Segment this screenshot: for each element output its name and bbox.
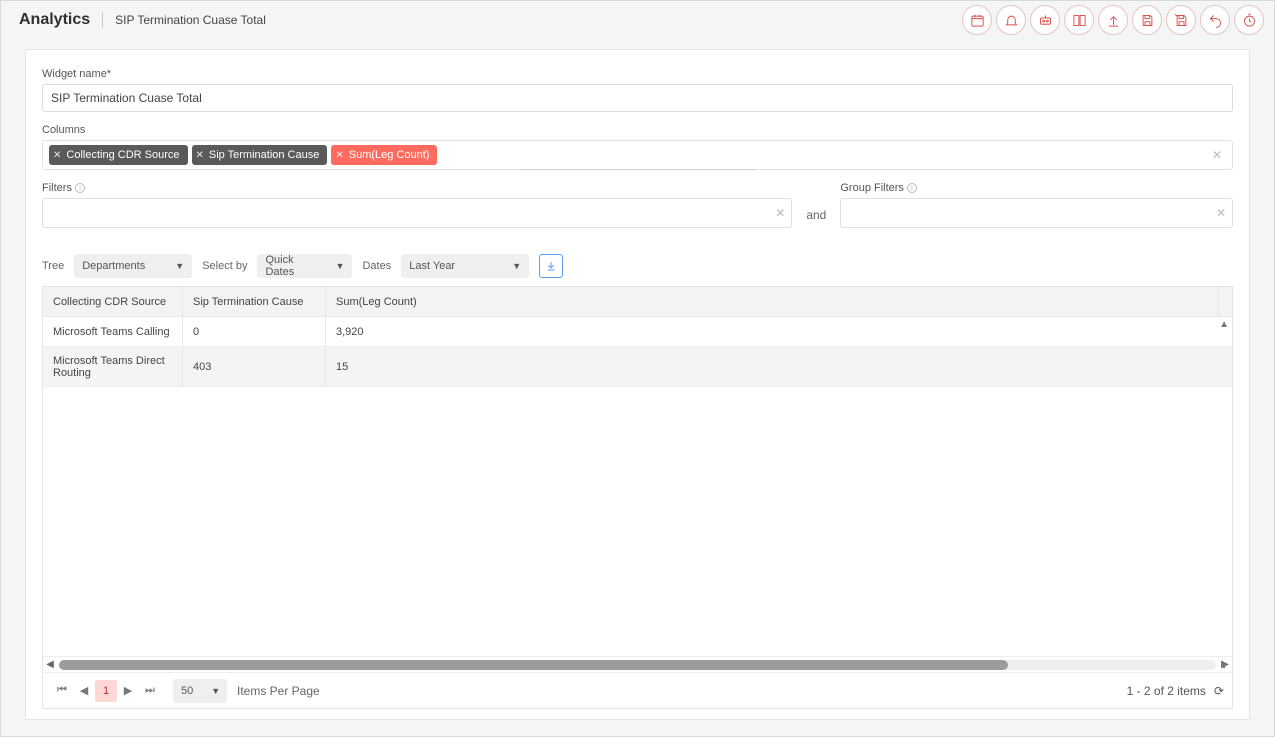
widget-name-section: Widget name* <box>42 68 1233 112</box>
table-footer: ⏮ ◀ 1 ▶ ⏭ 50▼ Items Per Page 1 - 2 of 2 … <box>43 672 1232 708</box>
dates-dropdown[interactable]: Last Year▼ <box>401 254 529 278</box>
select-by-label: Select by <box>202 260 247 272</box>
scroll-track[interactable] <box>59 660 1216 670</box>
range-label: 1 - 2 of 2 items <box>1127 684 1206 698</box>
first-page-button[interactable]: ⏮ <box>51 680 73 702</box>
chevron-down-icon: ▼ <box>157 261 184 271</box>
column-chip[interactable]: ✕ Collecting CDR Source <box>49 145 188 165</box>
scroll-gutter <box>1218 287 1232 316</box>
selector-row: Tree Departments▼ Select by Quick Dates▼… <box>42 254 1233 278</box>
chevron-down-icon: ▼ <box>494 261 521 271</box>
tree-dropdown[interactable]: Departments▼ <box>74 254 192 278</box>
select-by-dropdown[interactable]: Quick Dates▼ <box>257 254 352 278</box>
table-header[interactable]: Sip Termination Cause <box>183 287 326 316</box>
dates-label: Dates <box>362 260 391 272</box>
table-cell: Microsoft Teams Direct Routing <box>43 347 183 386</box>
table-row[interactable]: Microsoft Teams Calling 0 3,920 <box>43 317 1232 347</box>
clear-group-filters-icon[interactable]: ✕ <box>1216 206 1226 220</box>
breadcrumb-divider <box>102 12 103 28</box>
scroll-thumb[interactable] <box>59 660 1008 670</box>
filters-input[interactable]: ✕ <box>42 198 792 228</box>
columns-label: Columns <box>42 124 1233 136</box>
current-page[interactable]: 1 <box>95 680 117 702</box>
page-size-dropdown[interactable]: 50▼ <box>173 679 227 703</box>
chip-label: Collecting CDR Source <box>66 149 179 161</box>
table-cell: 3,920 <box>326 317 1232 346</box>
group-filters-input[interactable]: ✕ <box>840 198 1233 228</box>
column-chip[interactable]: ✕ Sip Termination Cause <box>192 145 328 165</box>
horizontal-scrollbar[interactable]: ◀ ▶ <box>43 656 1232 672</box>
undo-icon[interactable] <box>1200 5 1230 35</box>
save-as-icon[interactable] <box>1166 5 1196 35</box>
filters-row: Filtersi ✕ and Group Filtersi ✕ <box>42 182 1233 228</box>
scroll-down-arrow[interactable]: ▼ <box>1219 661 1229 672</box>
results-table: Collecting CDR Source Sip Termination Ca… <box>42 286 1233 709</box>
columns-chip-row[interactable]: ✕ Collecting CDR Source ✕ Sip Termination … <box>42 140 1233 170</box>
chevron-down-icon: ▼ <box>193 686 220 696</box>
download-button[interactable] <box>539 254 563 278</box>
calendar-icon[interactable] <box>962 5 992 35</box>
app-title: Analytics <box>19 11 90 29</box>
info-icon[interactable]: i <box>907 183 917 193</box>
top-bar: Analytics SIP Termination Cuase Total <box>1 1 1274 39</box>
column-chip[interactable]: ✕ Sum(Leg Count) <box>331 145 437 165</box>
last-page-button[interactable]: ⏭ <box>139 680 161 702</box>
table-cell: 15 <box>326 347 1232 386</box>
close-icon[interactable]: ✕ <box>53 150 61 161</box>
columns-icon[interactable] <box>1064 5 1094 35</box>
chip-label: Sip Termination Cause <box>209 149 319 161</box>
table-header[interactable]: Collecting CDR Source <box>43 287 183 316</box>
next-page-button[interactable]: ▶ <box>117 680 139 702</box>
robot-icon[interactable] <box>1030 5 1060 35</box>
clear-filters-icon[interactable]: ✕ <box>775 206 785 220</box>
table-cell: 0 <box>183 317 326 346</box>
clear-columns-icon[interactable]: ✕ <box>1206 148 1228 162</box>
close-icon[interactable]: ✕ <box>196 150 204 161</box>
columns-section: Columns ✕ Collecting CDR Source ✕ Sip Term… <box>42 124 1233 170</box>
refresh-icon[interactable]: ⟳ <box>1214 684 1224 698</box>
scroll-left-arrow[interactable]: ◀ <box>43 659 57 670</box>
filters-label: Filtersi <box>42 182 792 194</box>
widget-name-input[interactable] <box>42 84 1233 112</box>
table-header-row: Collecting CDR Source Sip Termination Ca… <box>43 287 1232 317</box>
group-filters-label: Group Filtersi <box>840 182 1233 194</box>
timer-icon[interactable] <box>1234 5 1264 35</box>
save-icon[interactable] <box>1132 5 1162 35</box>
tree-label: Tree <box>42 260 64 272</box>
widget-editor-card: Widget name* Columns ✕ Collecting CDR Sou… <box>25 49 1250 720</box>
chevron-down-icon: ▼ <box>318 261 345 271</box>
table-row[interactable]: Microsoft Teams Direct Routing 403 15 <box>43 347 1232 387</box>
chip-label: Sum(Leg Count) <box>349 149 430 161</box>
breadcrumb: SIP Termination Cuase Total <box>115 13 266 27</box>
info-icon[interactable]: i <box>75 183 85 193</box>
bell-icon[interactable] <box>996 5 1026 35</box>
widget-name-label: Widget name* <box>42 68 1233 80</box>
table-header[interactable]: Sum(Leg Count) <box>326 287 1218 316</box>
and-label: and <box>806 202 826 228</box>
items-per-page-label: Items Per Page <box>237 684 320 698</box>
table-body: Microsoft Teams Calling 0 3,920 Microsof… <box>43 317 1232 656</box>
columns-underline <box>42 169 1233 170</box>
prev-page-button[interactable]: ◀ <box>73 680 95 702</box>
table-cell: Microsoft Teams Calling <box>43 317 183 346</box>
close-icon[interactable]: ✕ <box>335 150 343 161</box>
table-cell: 403 <box>183 347 326 386</box>
upload-icon[interactable] <box>1098 5 1128 35</box>
